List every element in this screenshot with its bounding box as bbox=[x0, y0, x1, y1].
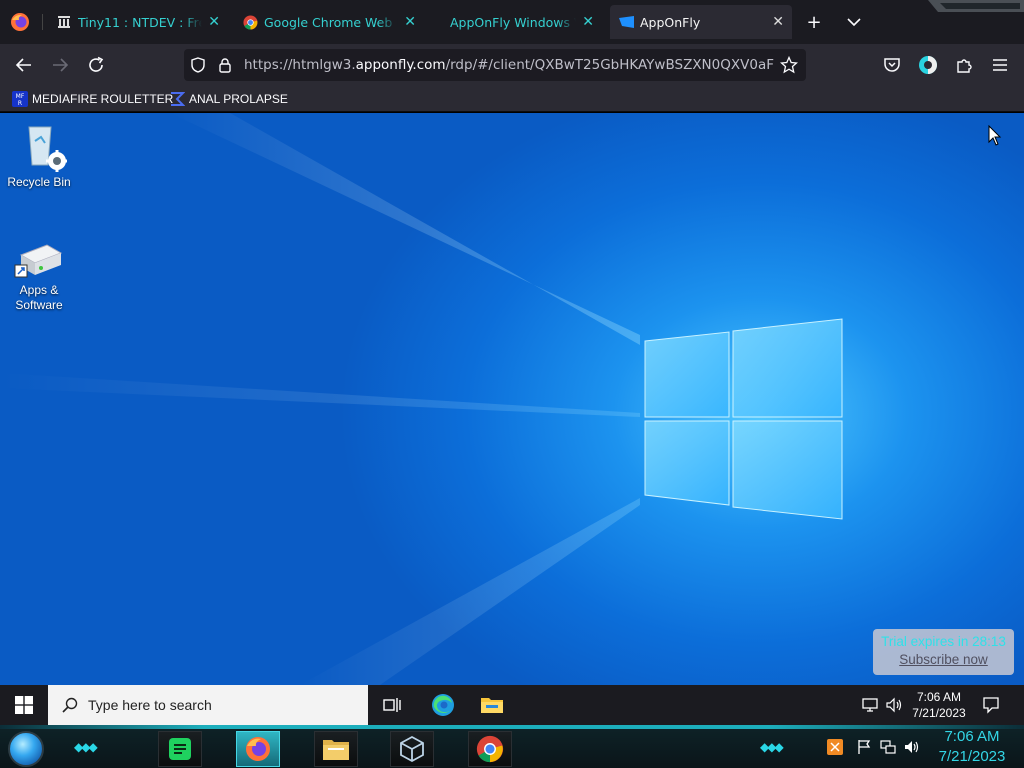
bookmark-label: MEDIAFIRE ROULETTER bbox=[32, 92, 174, 106]
tab-title: Google Chrome Web Browser bbox=[264, 14, 398, 30]
bookmark-anal-prolapse[interactable]: ANAL PROLAPSE bbox=[169, 90, 288, 108]
taskbar-app-firefox[interactable] bbox=[236, 731, 280, 767]
url-prefix: https://htmlgw3. bbox=[244, 57, 356, 73]
tab-title: Tiny11 : NTDEV : Free Download bbox=[78, 14, 202, 30]
host-clock[interactable]: 7:06 AM 7/21/2023 bbox=[930, 727, 1014, 767]
close-tab-icon[interactable]: ✕ bbox=[772, 14, 784, 30]
url-bar[interactable]: https://htmlgw3.apponfly.com/rdp/#/clien… bbox=[184, 49, 806, 81]
taskbar-accent-strip bbox=[0, 725, 1024, 729]
url-text[interactable]: https://htmlgw3.apponfly.com/rdp/#/clien… bbox=[244, 57, 774, 73]
tab-tiny11[interactable]: Tiny11 : NTDEV : Free Download ✕ bbox=[48, 5, 228, 39]
search-placeholder: Type here to search bbox=[88, 697, 212, 713]
search-icon bbox=[62, 697, 78, 713]
apponfly-icon bbox=[618, 14, 634, 30]
trial-countdown-text: Trial expires in 28:13 bbox=[881, 634, 1006, 649]
chrome-icon bbox=[476, 735, 504, 763]
network-icon[interactable] bbox=[862, 696, 880, 714]
remote-desktop[interactable]: Recycle Bin Apps & Software Trial expire… bbox=[0, 113, 1024, 685]
bookmark-star-icon[interactable] bbox=[780, 56, 798, 74]
window-frame-decoration bbox=[928, 0, 1024, 12]
file-explorer-icon[interactable] bbox=[480, 693, 504, 717]
list-all-tabs-icon[interactable] bbox=[844, 12, 864, 32]
tray-app-icon[interactable] bbox=[826, 738, 844, 756]
reload-icon[interactable] bbox=[85, 54, 107, 76]
tab-separator bbox=[42, 14, 43, 30]
host-date: 7/21/2023 bbox=[938, 748, 1006, 765]
remote-taskbar: Type here to search 7:06 AM 7/21/2023 bbox=[0, 685, 1024, 725]
windows-logo-icon bbox=[15, 696, 33, 714]
mediafire-roulette-icon: MF R bbox=[12, 91, 28, 107]
firefox-menu-icon[interactable] bbox=[10, 12, 30, 32]
action-flag-icon[interactable] bbox=[855, 738, 873, 756]
back-icon[interactable] bbox=[13, 54, 35, 76]
svg-text:MF: MF bbox=[16, 93, 25, 100]
taskbar-app-virtualbox[interactable] bbox=[390, 731, 434, 767]
chevron-decoration-icon: ◆◆◆ bbox=[760, 740, 784, 754]
extensions-puzzle-icon[interactable] bbox=[953, 54, 975, 76]
bookmarks-toolbar: MF R MEDIAFIRE ROULETTER ANAL PROLAPSE bbox=[0, 86, 1024, 112]
close-tab-icon[interactable]: ✕ bbox=[582, 14, 594, 30]
bookmark-label: ANAL PROLAPSE bbox=[189, 92, 288, 106]
action-center-icon[interactable] bbox=[982, 696, 1000, 714]
pocket-icon[interactable] bbox=[881, 54, 903, 76]
host-time: 7:06 AM bbox=[944, 728, 1000, 745]
host-taskbar: ◆◆◆ ◆◆◆ 7:06 AM 7/21/2023 bbox=[0, 725, 1024, 768]
taskbar-app-spotify[interactable] bbox=[158, 731, 202, 767]
hamburger-menu-icon[interactable] bbox=[989, 54, 1011, 76]
archive-org-icon bbox=[56, 14, 72, 30]
remote-time: 7:06 AM bbox=[916, 690, 962, 704]
lock-icon[interactable] bbox=[218, 57, 232, 73]
task-view-icon[interactable] bbox=[380, 693, 404, 717]
bookmark-sigma-icon bbox=[171, 92, 185, 106]
remote-date: 7/21/2023 bbox=[912, 706, 966, 720]
firefox-icon bbox=[246, 737, 270, 761]
windows-start-button[interactable] bbox=[0, 685, 48, 725]
taskbar-search-box[interactable]: Type here to search bbox=[48, 685, 368, 725]
green-app-icon bbox=[169, 738, 191, 760]
bookmark-mediafire-rouletter[interactable]: MF R MEDIAFIRE ROULETTER bbox=[12, 90, 173, 108]
desktop-icon-label: Recycle Bin bbox=[7, 175, 71, 189]
tab-apponfly-vps[interactable]: AppOnFly Windows VPS ✕ bbox=[442, 5, 602, 39]
svg-text:R: R bbox=[18, 100, 22, 107]
desktop-icon-recycle-bin[interactable]: Recycle Bin bbox=[3, 121, 75, 190]
close-tab-icon[interactable]: ✕ bbox=[404, 14, 416, 30]
url-domain: apponfly.com bbox=[355, 57, 446, 73]
trial-notice: Trial expires in 28:13 Subscribe now bbox=[873, 629, 1014, 675]
tab-chrome-web-browser[interactable]: Google Chrome Web Browser ✕ bbox=[234, 5, 424, 39]
chrome-icon bbox=[242, 14, 258, 30]
apps-software-icon bbox=[14, 244, 63, 278]
subscribe-now-link[interactable]: Subscribe now bbox=[873, 652, 1014, 667]
forward-icon[interactable] bbox=[49, 54, 71, 76]
edge-browser-icon[interactable] bbox=[431, 693, 455, 717]
new-tab-icon[interactable]: + bbox=[804, 12, 824, 33]
mouse-cursor-icon bbox=[988, 125, 1002, 146]
virtualbox-cube-icon bbox=[400, 735, 424, 763]
url-path: /rdp/#/client/QXBwT25GbHKAYwBSZXN0QXV0aF… bbox=[445, 57, 774, 73]
tab-title: AppOnFly Windows VPS bbox=[450, 14, 576, 30]
windows-logo-wallpaper bbox=[644, 318, 843, 520]
recycle-bin-icon bbox=[28, 126, 67, 172]
close-tab-icon[interactable]: ✕ bbox=[208, 14, 220, 30]
chevron-decoration-icon: ◆◆◆ bbox=[74, 740, 98, 754]
remote-clock[interactable]: 7:06 AM 7/21/2023 bbox=[908, 689, 970, 721]
desktop-icon-apps-software[interactable]: Apps & Software bbox=[3, 243, 75, 313]
folder-icon bbox=[323, 740, 349, 760]
taskbar-app-file-manager[interactable] bbox=[314, 731, 358, 767]
navigation-toolbar: https://htmlgw3.apponfly.com/rdp/#/clien… bbox=[0, 44, 1024, 86]
tracking-protection-shield-icon[interactable] bbox=[190, 57, 206, 73]
tab-strip: Tiny11 : NTDEV : Free Download ✕ Google … bbox=[0, 0, 1024, 44]
desktop-icon-label: Apps & Software bbox=[15, 283, 63, 312]
network-icon[interactable] bbox=[879, 738, 897, 756]
taskbar-app-chrome[interactable] bbox=[468, 731, 512, 767]
tab-title: AppOnFly bbox=[640, 14, 701, 30]
account-icon[interactable] bbox=[917, 54, 939, 76]
start-orb-icon[interactable] bbox=[8, 731, 44, 767]
volume-icon[interactable] bbox=[903, 738, 921, 756]
wallpaper-light-rays bbox=[0, 113, 640, 685]
tab-apponfly-active[interactable]: AppOnFly ✕ bbox=[610, 5, 792, 39]
volume-icon[interactable] bbox=[885, 696, 903, 714]
